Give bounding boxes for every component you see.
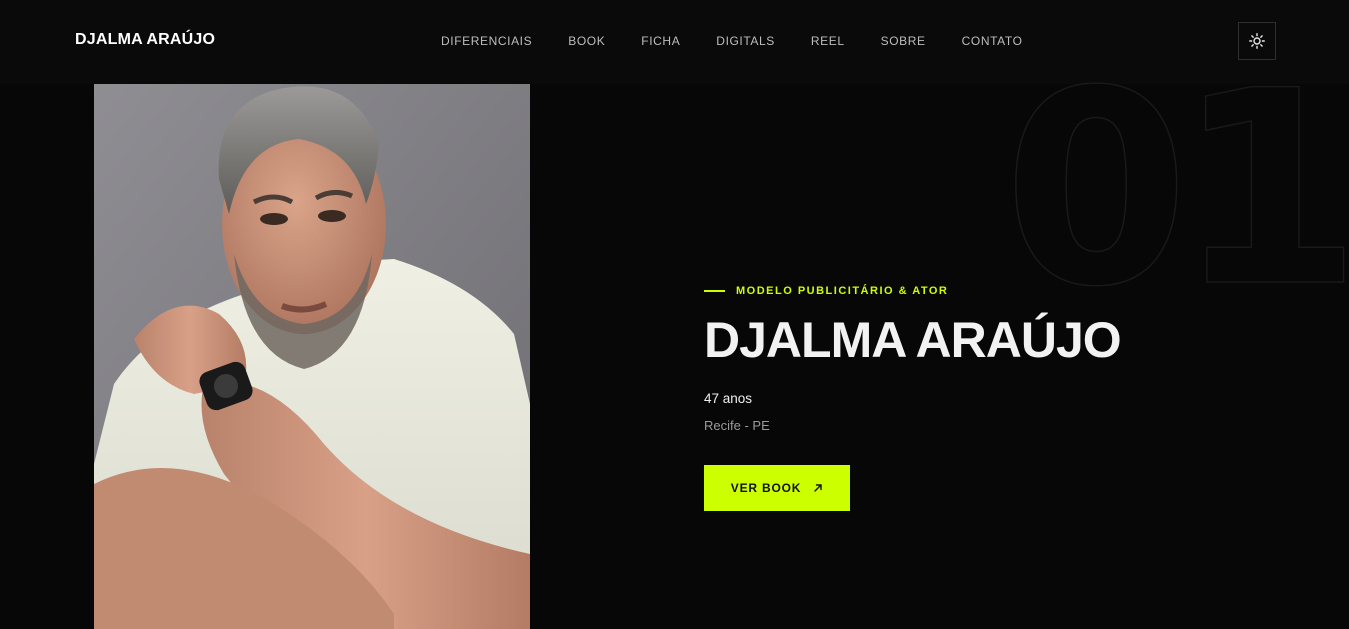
nav-link-sobre[interactable]: SOBRE	[881, 34, 926, 48]
hero-portrait-photo	[94, 84, 530, 629]
background-section-number: 01	[1002, 34, 1349, 346]
arrow-up-right-icon	[813, 483, 823, 493]
ver-book-label: VER BOOK	[730, 481, 802, 495]
nav-link-book[interactable]: BOOK	[568, 34, 605, 48]
eyebrow-text: MODELO PUBLICITÁRIO & ATOR	[736, 285, 949, 297]
hero-name-title: DJALMA ARAÚJO	[704, 312, 1122, 368]
hero-content: MODELO PUBLICITÁRIO & ATOR DJALMA ARAÚJO…	[704, 285, 1122, 511]
eyebrow-accent-line	[704, 290, 725, 292]
nav-link-ficha[interactable]: FICHA	[641, 34, 680, 48]
ver-book-button[interactable]: VER BOOK	[704, 465, 850, 511]
hero-eyebrow: MODELO PUBLICITÁRIO & ATOR	[704, 285, 1121, 297]
nav-link-digitals[interactable]: DIGITALS	[716, 34, 775, 48]
brand-logo[interactable]: DJALMA ARAÚJO	[75, 31, 215, 49]
nav-link-diferenciais[interactable]: DIFERENCIAIS	[441, 34, 532, 48]
hero-location: Recife - PE	[704, 418, 770, 433]
hero-age: 47 anos	[704, 391, 753, 406]
main-nav: DIFERENCIAIS BOOK FICHA DIGITALS REEL SO…	[441, 34, 1059, 48]
nav-link-reel[interactable]: REEL	[811, 34, 845, 48]
